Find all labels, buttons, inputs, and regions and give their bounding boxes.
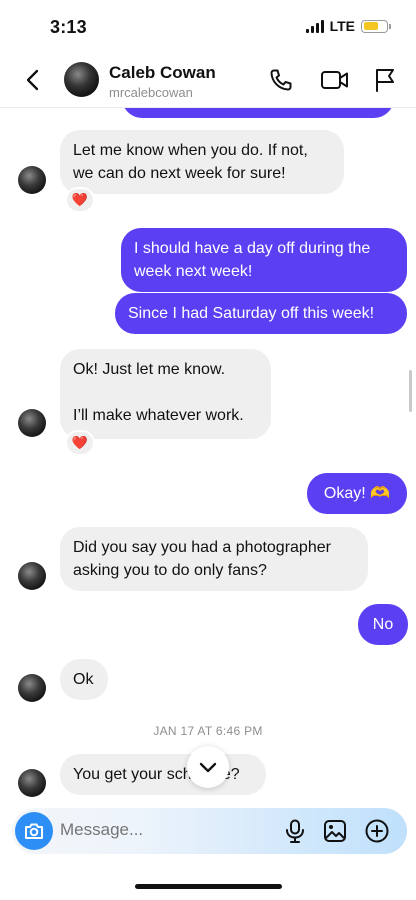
signal-icon: [305, 19, 324, 33]
sender-avatar[interactable]: [18, 674, 46, 702]
back-chevron-icon[interactable]: [22, 68, 46, 92]
sender-avatar[interactable]: [18, 562, 46, 590]
scroll-to-bottom-button[interactable]: [187, 746, 229, 788]
video-icon[interactable]: [320, 67, 350, 93]
message-bubble-incoming[interactable]: Did you say you had a photographer askin…: [60, 527, 368, 591]
scrollbar[interactable]: [409, 370, 412, 412]
message-bubble-outgoing[interactable]: Since I had Saturday off this week!: [115, 293, 407, 334]
phone-icon[interactable]: [268, 67, 294, 93]
heart-reaction[interactable]: ❤️: [65, 187, 95, 213]
camera-button[interactable]: [15, 812, 53, 850]
message-line: I’ll make whatever work.: [73, 407, 244, 424]
status-bar: 3:13 LTE: [0, 0, 416, 52]
contact-name[interactable]: Caleb Cowan: [109, 63, 216, 83]
chat-header: Caleb Cowan mrcalebcowan: [0, 52, 416, 108]
battery-icon: [361, 19, 391, 33]
camera-icon: [25, 823, 43, 839]
message-line: Ok! Just let me know.: [73, 361, 226, 378]
message-bubble-incoming[interactable]: Ok! Just let me know. I’ll make whatever…: [60, 349, 271, 439]
chevron-down-icon: [199, 762, 217, 773]
message-bubble-incoming[interactable]: Let me know when you do. If not, we can …: [60, 130, 344, 194]
sender-avatar[interactable]: [18, 769, 46, 797]
image-icon[interactable]: [322, 818, 348, 844]
message-thread[interactable]: Let me know when you do. If not, we can …: [0, 108, 416, 805]
avatar[interactable]: [64, 62, 99, 97]
microphone-icon[interactable]: [282, 818, 308, 844]
home-indicator[interactable]: [135, 884, 282, 889]
sender-avatar[interactable]: [18, 166, 46, 194]
heart-reaction[interactable]: ❤️: [65, 430, 95, 456]
network-label: LTE: [329, 18, 355, 34]
plus-circle-icon[interactable]: [364, 818, 390, 844]
message-timestamp: JAN 17 AT 6:46 PM: [153, 724, 263, 738]
message-bubble-incoming[interactable]: You get your schedule?: [60, 754, 266, 795]
message-input[interactable]: [60, 820, 260, 840]
sender-avatar[interactable]: [18, 409, 46, 437]
message-composer: [12, 808, 407, 854]
message-bubble-partial[interactable]: [122, 108, 394, 118]
flag-icon[interactable]: [372, 67, 398, 93]
message-bubble-outgoing[interactable]: No: [358, 604, 408, 645]
status-time: 3:13: [50, 17, 87, 37]
status-indicators: LTE: [305, 18, 391, 34]
contact-username[interactable]: mrcalebcowan: [109, 85, 193, 100]
message-bubble-incoming[interactable]: Ok: [60, 659, 108, 700]
message-bubble-outgoing[interactable]: I should have a day off during the week …: [121, 228, 407, 292]
message-bubble-outgoing[interactable]: Okay! 🫶: [307, 473, 407, 514]
